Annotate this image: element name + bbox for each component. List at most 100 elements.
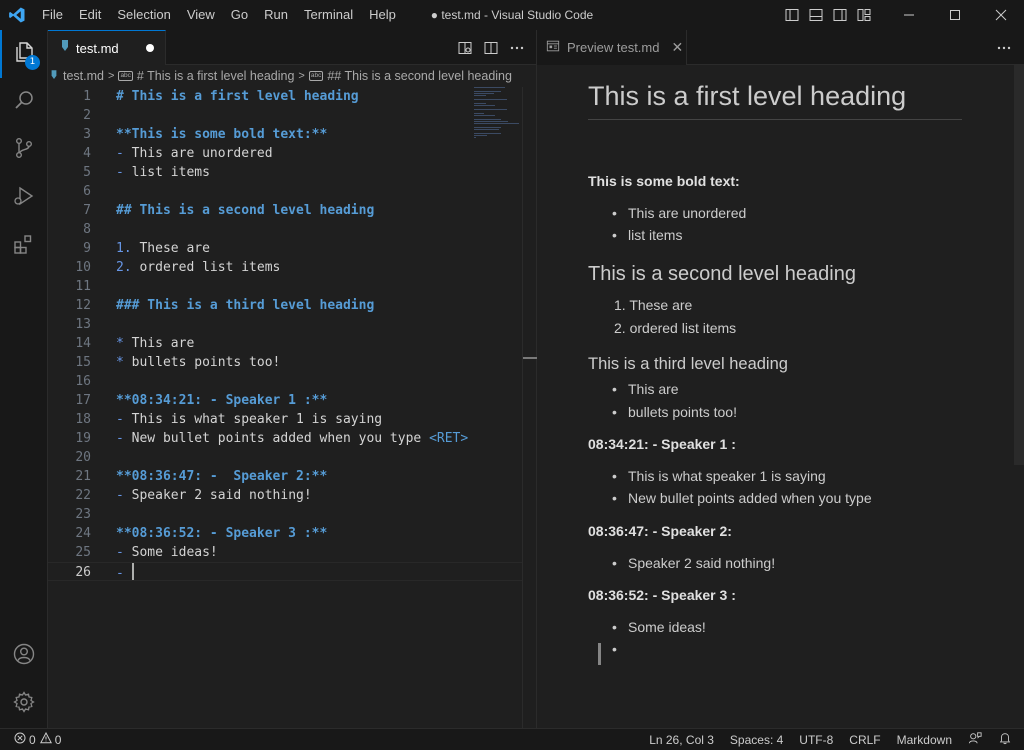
menu-file[interactable]: File [34,0,71,30]
menu-go[interactable]: Go [223,0,256,30]
code-line[interactable]: 7 ## This is a second level heading [48,201,522,220]
menu-run[interactable]: Run [256,0,296,30]
maximize-button[interactable] [932,0,978,30]
code-line[interactable]: 4 - This are unordered [48,144,522,163]
explorer-badge: 1 [25,55,40,70]
code-line[interactable]: 5 - list items [48,163,522,182]
code-line[interactable]: 18 - This is what speaker 1 is saying [48,410,522,429]
language-mode[interactable]: Markdown [889,733,960,747]
menu-terminal[interactable]: Terminal [296,0,361,30]
indentation[interactable]: Spaces: 4 [722,733,791,747]
code-line[interactable]: 10 2. ordered list items [48,258,522,277]
extensions-icon [12,232,36,260]
source-control-button[interactable] [0,126,48,174]
minimap[interactable] [474,87,522,147]
preview-speaker-1: 08:34:21: - Speaker 1 : [588,436,736,452]
encoding[interactable]: UTF-8 [791,733,841,747]
minimap-line [474,123,519,124]
problems-indicator[interactable]: 0 0 [0,731,61,747]
code-line[interactable]: 25 - Some ideas! [48,543,522,562]
string-symbol-icon: abc [308,71,324,81]
notifications-bell-icon[interactable] [990,731,1024,748]
line-ending[interactable]: CRLF [841,733,888,747]
code-line[interactable]: 24 **08:36:52: - Speaker 3 :** [48,524,522,543]
code-line[interactable]: 11 [48,277,522,296]
breadcrumb-heading-1[interactable]: abc # This is a first level heading [118,69,294,83]
code-editor[interactable]: 1 # This is a first level heading 2 3 **This… [48,87,522,581]
code-line[interactable]: 14 * This are [48,334,522,353]
feedback-icon[interactable] [960,731,990,748]
minimize-button[interactable] [886,0,932,30]
line-number: 24 [75,526,91,541]
code-line[interactable]: 19 - New bullet points added when you typ… [48,429,522,448]
code-line[interactable]: 9 1. These are [48,239,522,258]
chevron-right-icon: > [298,70,305,82]
code-token: ordered list items [139,260,281,275]
code-token: <RET> [429,431,469,446]
tab-label: test.md [76,40,119,56]
code-line[interactable]: 26 - [48,562,522,581]
code-line[interactable]: 15 * bullets points too! [48,353,522,372]
run-debug-button[interactable] [0,174,48,222]
unsaved-dot-icon[interactable] [146,44,154,52]
code-line[interactable]: 23 [48,505,522,524]
code-line[interactable]: 13 [48,315,522,334]
title-bar: File Edit Selection View Go Run Terminal… [0,0,1024,30]
preview-more-actions-icon[interactable] [996,30,1012,65]
editor-scrollbar[interactable] [522,87,537,728]
toggle-secondary-sidebar-icon[interactable] [828,0,852,30]
line-text: **08:34:21: - Speaker 1 :** [116,391,327,410]
manage-button[interactable] [0,680,48,728]
close-window-button[interactable] [978,0,1024,30]
search-button[interactable] [0,78,48,126]
code-line[interactable]: 3 **This is some bold text:** [48,125,522,144]
preview-tab-label: Preview test.md [567,40,660,55]
line-number: 11 [75,279,91,294]
menu-edit[interactable]: Edit [71,0,109,30]
code-line[interactable]: 21 **08:36:47: - Speaker 2:** [48,467,522,486]
editor-group: test.md test.md > abc # This is a first … [48,30,537,728]
toggle-panel-icon[interactable] [804,0,828,30]
menu-help[interactable]: Help [361,0,404,30]
explorer-button[interactable]: 1 [0,30,48,78]
code-line[interactable]: 20 [48,448,522,467]
breadcrumb-file[interactable]: test.md [50,69,104,84]
code-token: Speaker 2 said nothing! [131,488,312,503]
open-preview-side-icon[interactable] [452,30,478,65]
ordered-list-item: 2. ordered list items [614,320,737,336]
code-line[interactable]: 17 **08:34:21: - Speaker 1 :** [48,391,522,410]
preview-scrollbar[interactable] [1014,65,1024,465]
code-line[interactable]: 12 ### This is a third level heading [48,296,522,315]
code-line[interactable]: 6 [48,182,522,201]
list-item: This are [612,381,678,397]
line-text: 2. ordered list items [116,258,280,277]
close-icon[interactable]: ✕ [671,40,683,56]
customize-layout-icon[interactable] [852,0,876,30]
string-symbol-icon: abc [118,71,133,81]
extensions-button[interactable] [0,222,48,270]
code-token: **08:36:47: - Speaker 2:** [116,469,328,484]
breadcrumb-heading-2-label: ## This is a second level heading [327,69,512,83]
more-actions-icon[interactable] [504,30,530,65]
line-number: 10 [75,260,91,275]
minimap-line [474,115,495,116]
accounts-button[interactable] [0,632,48,680]
breadcrumb-heading-2[interactable]: abc ## This is a second level heading [308,69,512,83]
code-line[interactable]: 1 # This is a first level heading [48,87,522,106]
minimap-line [474,91,501,92]
line-number: 9 [83,241,91,256]
code-line[interactable]: 8 [48,220,522,239]
tab-test-md[interactable]: test.md [48,30,166,65]
toggle-primary-sidebar-icon[interactable] [780,0,804,30]
code-line[interactable]: 22 - Speaker 2 said nothing! [48,486,522,505]
code-line[interactable]: 16 [48,372,522,391]
gear-icon [12,690,36,718]
menu-selection[interactable]: Selection [109,0,178,30]
cursor-position[interactable]: Ln 26, Col 3 [641,733,722,747]
ordered-list-item: 1. These are [614,297,693,313]
preview-speaker-3: 08:36:52: - Speaker 3 : [588,587,736,603]
tab-preview-test-md[interactable]: Preview test.md ✕ [537,30,687,65]
menu-view[interactable]: View [179,0,223,30]
split-editor-icon[interactable] [478,30,504,65]
code-line[interactable]: 2 [48,106,522,125]
